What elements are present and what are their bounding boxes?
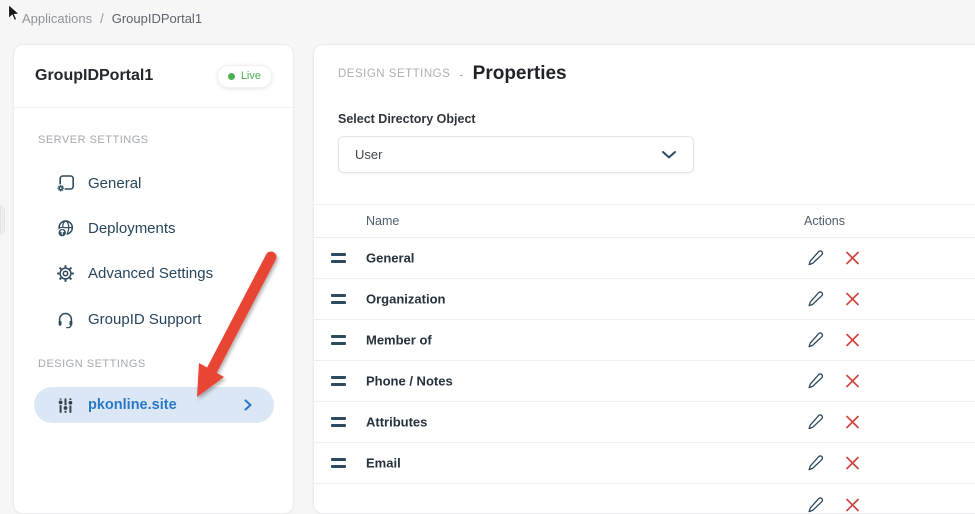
directory-object-value: User bbox=[355, 147, 383, 162]
status-badge-label: Live bbox=[240, 70, 261, 82]
page-title: Properties bbox=[472, 63, 567, 84]
edit-pencil-icon[interactable] bbox=[807, 373, 824, 390]
drag-handle-icon[interactable] bbox=[331, 253, 346, 263]
drag-handle-icon[interactable] bbox=[331, 335, 346, 345]
sidebar-item-general[interactable]: General bbox=[14, 161, 293, 205]
row-name: Organization bbox=[366, 291, 446, 307]
row-name: Phone / Notes bbox=[366, 373, 453, 389]
headset-icon bbox=[56, 310, 75, 329]
app-settings-sidebar: GroupIDPortal1 Live SERVER SETTINGS Gene… bbox=[13, 44, 294, 514]
properties-panel: DESIGN SETTINGS - Properties Select Dire… bbox=[313, 44, 975, 514]
gear-icon bbox=[56, 264, 75, 283]
directory-object-label: Select Directory Object bbox=[338, 112, 476, 126]
breadcrumb: Applications / GroupIDPortal1 bbox=[22, 11, 202, 26]
table-row: Member of bbox=[314, 320, 975, 361]
app-window-gear-icon bbox=[56, 174, 75, 193]
edit-pencil-icon[interactable] bbox=[807, 291, 824, 308]
table-row-partial bbox=[314, 484, 975, 513]
table-row: Attributes bbox=[314, 402, 975, 443]
drag-handle-icon[interactable] bbox=[331, 294, 346, 304]
table-row: Organization bbox=[314, 279, 975, 320]
app-title: GroupIDPortal1 bbox=[35, 67, 154, 84]
section-label-server-settings: SERVER SETTINGS bbox=[38, 134, 149, 146]
properties-table: Name Actions General Organization Member… bbox=[314, 204, 975, 513]
header-separator: - bbox=[459, 66, 464, 82]
sidebar-item-label: Advanced Settings bbox=[88, 264, 214, 282]
sliders-icon bbox=[56, 396, 75, 415]
sidebar-item-label: General bbox=[88, 174, 142, 192]
sidebar-header: GroupIDPortal1 Live bbox=[14, 45, 293, 108]
column-header-name: Name bbox=[366, 214, 400, 228]
column-header-actions: Actions bbox=[804, 214, 845, 228]
table-row: Phone / Notes bbox=[314, 361, 975, 402]
row-name: Member of bbox=[366, 332, 432, 348]
table-header-row: Name Actions bbox=[314, 204, 975, 238]
delete-x-icon[interactable] bbox=[844, 414, 861, 431]
sidebar-item-pkonline-site[interactable]: pkonline.site bbox=[34, 387, 274, 423]
delete-x-icon[interactable] bbox=[844, 291, 861, 308]
table-row: Email bbox=[314, 443, 975, 484]
drag-handle-icon[interactable] bbox=[331, 417, 346, 427]
sidebar-item-advanced-settings[interactable]: Advanced Settings bbox=[14, 251, 293, 295]
sidebar-item-label: Deployments bbox=[88, 219, 176, 237]
row-name: Attributes bbox=[366, 414, 428, 430]
edit-pencil-icon[interactable] bbox=[807, 332, 824, 349]
drag-handle-icon[interactable] bbox=[331, 376, 346, 386]
edit-pencil-icon[interactable] bbox=[807, 414, 824, 431]
sidebar-item-groupid-support[interactable]: GroupID Support bbox=[14, 297, 293, 341]
delete-x-icon[interactable] bbox=[844, 455, 861, 472]
chevron-right-icon bbox=[242, 398, 254, 412]
breadcrumb-current-app[interactable]: GroupIDPortal1 bbox=[112, 11, 202, 26]
globe-upload-icon bbox=[56, 219, 75, 238]
drag-handle-icon[interactable] bbox=[331, 458, 346, 468]
page-eyebrow: DESIGN SETTINGS bbox=[338, 68, 451, 80]
row-name: Email bbox=[366, 455, 401, 471]
mouse-cursor-icon bbox=[7, 3, 21, 22]
table-row: General bbox=[314, 238, 975, 279]
page-header: DESIGN SETTINGS - Properties bbox=[338, 63, 567, 85]
status-badge: Live bbox=[216, 64, 272, 88]
delete-x-icon[interactable] bbox=[844, 250, 861, 267]
sidebar-item-deployments[interactable]: Deployments bbox=[14, 206, 293, 250]
breadcrumb-applications[interactable]: Applications bbox=[22, 11, 92, 26]
directory-object-select[interactable]: User bbox=[338, 136, 694, 173]
delete-x-icon[interactable] bbox=[844, 332, 861, 349]
edit-pencil-icon[interactable] bbox=[807, 250, 824, 267]
collapsed-panel-handle[interactable] bbox=[0, 205, 5, 235]
breadcrumb-separator: / bbox=[100, 11, 104, 26]
delete-x-icon[interactable] bbox=[844, 373, 861, 390]
chevron-down-icon bbox=[661, 150, 677, 160]
live-dot-icon bbox=[227, 72, 235, 80]
section-label-design-settings: DESIGN SETTINGS bbox=[38, 358, 146, 370]
row-name: General bbox=[366, 250, 415, 266]
edit-pencil-icon[interactable] bbox=[807, 455, 824, 472]
sidebar-item-label: pkonline.site bbox=[88, 397, 177, 413]
sidebar-item-label: GroupID Support bbox=[88, 310, 202, 328]
